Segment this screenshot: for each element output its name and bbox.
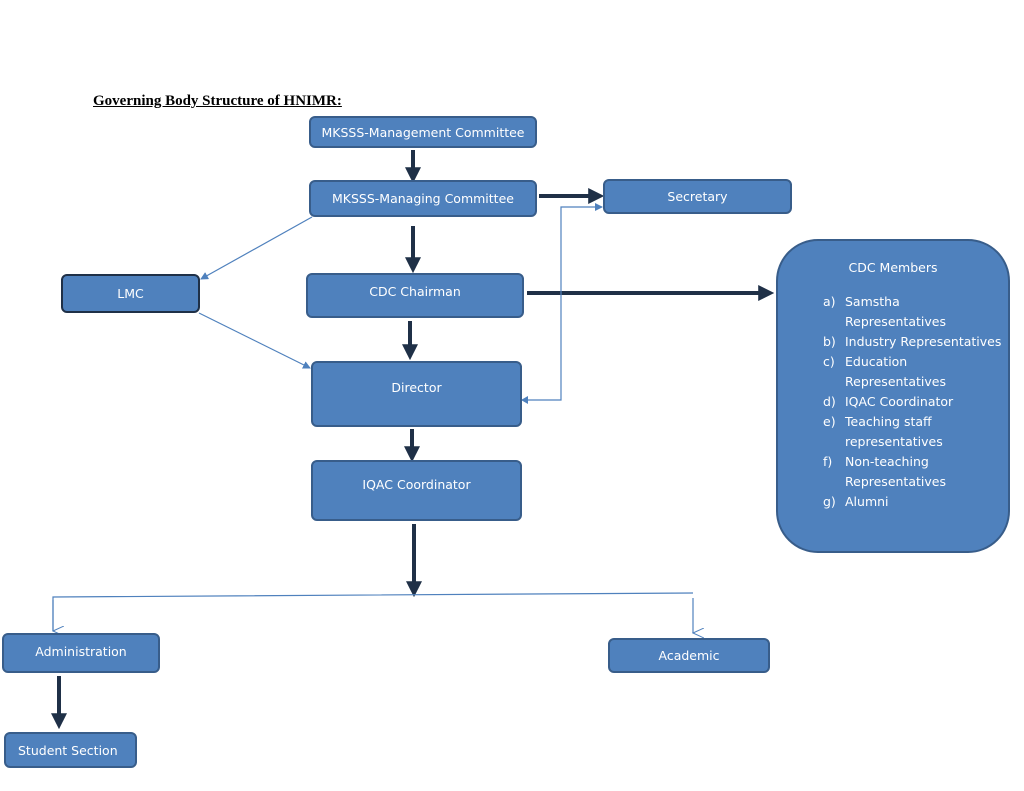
list-text: IQAC Coordinator [845, 394, 954, 409]
list-text: Education Representatives [845, 354, 946, 389]
list-text: Alumni [845, 494, 889, 509]
list-item: f) Non-teaching Representatives [823, 452, 1003, 492]
list-item: a) Samstha Representatives [823, 292, 1003, 332]
node-academic: Academic [608, 638, 770, 673]
list-item: e) Teaching staff representatives [823, 412, 1003, 452]
list-item: b) Industry Representatives [823, 332, 1003, 352]
list-text: Non-teaching Representatives [845, 454, 946, 489]
arrow-director-back [521, 396, 528, 404]
arrow-lmc-to-director [198, 312, 311, 369]
node-label: MKSSS-Managing Committee [332, 191, 514, 206]
list-marker: c) [823, 354, 835, 369]
cdc-members-heading: CDC Members [848, 260, 938, 275]
node-management-committee: MKSSS-Management Committee [309, 116, 537, 148]
node-label: Director [391, 380, 442, 395]
cdc-members-list: a) Samstha Representatives b) Industry Rep… [823, 292, 1003, 512]
list-item: c) Education Representatives [823, 352, 1003, 392]
list-item: d) IQAC Coordinator [823, 392, 1003, 412]
node-label: Secretary [667, 189, 728, 204]
node-managing-committee: MKSSS-Managing Committee [309, 180, 537, 217]
node-secretary: Secretary [603, 179, 792, 214]
node-cdc-members: CDC Members a) Samstha Representatives b)… [776, 239, 1010, 553]
node-lmc: LMC [61, 274, 200, 313]
branch-line [52, 592, 694, 630]
list-item: g) Alumni [823, 492, 1003, 512]
node-cdc-chairman: CDC Chairman [306, 273, 524, 318]
node-label: Administration [35, 643, 127, 659]
node-iqac-coordinator: IQAC Coordinator [311, 460, 522, 521]
node-label: CDC Chairman [369, 284, 461, 299]
node-label: IQAC Coordinator [362, 477, 471, 492]
node-label: Student Section [18, 742, 118, 758]
node-director: Director [311, 361, 522, 427]
list-text: Teaching staff representatives [845, 414, 943, 449]
list-marker: g) [823, 494, 836, 509]
node-student-section: Student Section [4, 732, 137, 768]
node-label: MKSSS-Management Committee [321, 124, 525, 140]
list-marker: f) [823, 454, 833, 469]
list-marker: e) [823, 414, 836, 429]
node-label: LMC [117, 286, 144, 301]
arrow-director-secretary-link [522, 203, 603, 401]
arrow-managing-to-lmc [200, 216, 313, 280]
list-marker: a) [823, 294, 836, 309]
list-text: Samstha Representatives [845, 294, 946, 329]
list-marker: b) [823, 334, 836, 349]
list-marker: d) [823, 394, 836, 409]
node-administration: Administration [2, 633, 160, 673]
list-text: Industry Representatives [845, 334, 1002, 349]
node-label: Academic [658, 648, 720, 663]
